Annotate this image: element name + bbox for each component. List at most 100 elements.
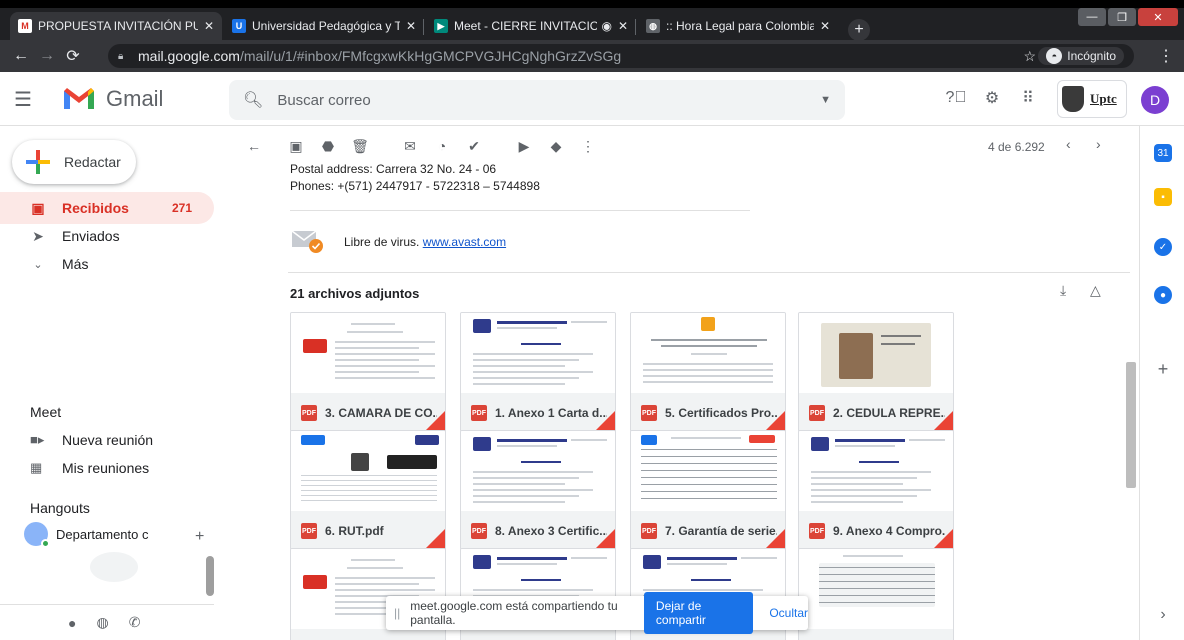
meet-my-meetings[interactable]: ▦ Mis reuniones — [30, 460, 149, 476]
page-fold-icon — [933, 411, 953, 431]
browser-tab[interactable]: ◍ :: Hora Legal para Colombia :: ✕ — [638, 12, 838, 40]
unread-count: 271 — [171, 201, 192, 215]
archive-icon[interactable]: ▣ — [284, 130, 308, 162]
maximize-button[interactable]: ❐ — [1108, 8, 1136, 26]
attachment-card[interactable]: PDF 8. Anexo 3 Certific... — [460, 430, 616, 550]
move-to-icon[interactable]: ▶ — [512, 130, 536, 162]
meet-new-meeting[interactable]: ■▸ Nueva reunión — [30, 432, 153, 448]
page-fold-icon — [595, 411, 615, 431]
close-icon[interactable]: ✕ — [204, 19, 214, 33]
add-contact-icon[interactable]: + — [195, 528, 204, 546]
gmail-logo-icon[interactable] — [62, 85, 96, 111]
attachment-thumbnail — [291, 313, 445, 393]
video-icon: ■▸ — [30, 432, 45, 447]
phone-icon[interactable]: ✆ — [129, 614, 141, 631]
keep-icon[interactable]: ▪ — [1154, 188, 1172, 206]
inbox-icon: ▣ — [31, 199, 45, 216]
attachment-name: 2. CEDULA REPRE... — [833, 406, 945, 420]
save-to-drive-icon[interactable]: △ — [1090, 282, 1101, 299]
mark-unread-icon[interactable]: ✉ — [398, 130, 422, 162]
close-icon[interactable]: ✕ — [618, 19, 628, 33]
reload-icon[interactable]: ⟳ — [60, 46, 86, 66]
chat-bubble-icon[interactable]: ◍ — [96, 614, 108, 631]
nav-item-label: Más — [62, 256, 89, 272]
attachment-card[interactable]: PDF 2. CEDULA REPRE... — [798, 312, 954, 432]
browser-tab[interactable]: ▶ Meet - CIERRE INVITACION ◉ ✕ — [426, 12, 636, 40]
download-all-icon[interactable]: ⤓ — [1060, 282, 1066, 299]
report-spam-icon[interactable]: ⬣ — [316, 130, 340, 162]
gmail-header: ☰ Gmail 🔍︎ Buscar correo ▼ ?⃝ ⚙ ⠿ Uptc D — [0, 72, 1184, 126]
browser-tab[interactable]: M PROPUESTA INVITACIÓN PUBLIC ✕ — [10, 12, 222, 40]
incognito-badge[interactable]: ◓ Incógnito — [1038, 47, 1124, 65]
stop-sharing-button[interactable]: Dejar de compartir — [643, 592, 754, 634]
settings-icon[interactable]: ⚙ — [982, 88, 1002, 108]
contacts-icon[interactable]: ● — [1154, 286, 1172, 304]
online-status-icon — [41, 539, 50, 548]
hangouts-scrollbar[interactable] — [206, 556, 214, 596]
new-tab-button[interactable]: + — [848, 19, 870, 41]
label-icon[interactable]: ◆ — [544, 130, 568, 162]
attachment-name: 5. Certificados Pro... — [665, 406, 777, 420]
back-icon[interactable]: ← — [8, 47, 34, 65]
tasks-icon[interactable]: ✓ — [1154, 238, 1172, 256]
search-icon[interactable]: 🔍︎ — [243, 90, 263, 110]
browser-tab[interactable]: U Universidad Pedagógica y Tecno ✕ — [224, 12, 424, 40]
hangouts-section-title: Hangouts — [30, 500, 90, 516]
help-icon[interactable]: ?⃝ — [946, 88, 967, 108]
delete-icon[interactable]: 🗑︎ — [348, 130, 372, 162]
add-addon-icon[interactable]: + — [1154, 359, 1172, 379]
person-icon[interactable]: ● — [68, 615, 76, 631]
compose-plus-icon — [26, 150, 50, 174]
attachment-card[interactable]: PDF 9. Anexo 4 Compro... — [798, 430, 954, 550]
screen-share-bar: || meet.google.com está compartiendo tu … — [386, 592, 808, 634]
org-logo[interactable]: Uptc — [1057, 80, 1127, 118]
minimize-button[interactable]: — — [1078, 8, 1106, 26]
postal-address: Postal address: Carrera 32 No. 24 - 06 — [290, 162, 497, 176]
attachment-card[interactable]: PDF 1. Anexo 1 Carta d... — [460, 312, 616, 432]
nav-item-more[interactable]: ⌄ Más — [0, 248, 214, 280]
attachment-card[interactable]: PDF 7. Garantía de serie... — [630, 430, 786, 550]
expand-panel-icon[interactable]: › — [1154, 606, 1172, 624]
close-icon[interactable]: ✕ — [406, 19, 416, 33]
page-fold-icon — [595, 529, 615, 549]
hide-button[interactable]: Ocultar — [769, 606, 808, 620]
older-icon[interactable]: › — [1096, 136, 1101, 152]
search-options-icon[interactable]: ▼ — [820, 94, 831, 106]
main-menu-icon[interactable]: ☰ — [14, 87, 32, 112]
close-window-button[interactable]: ✕ — [1138, 8, 1178, 26]
attachment-caption: PDF 5. Certificados Pro... — [631, 393, 785, 431]
hangouts-contact[interactable]: Departamento c — [24, 522, 149, 548]
attachment-card[interactable]: PDF 3. CAMARA DE CO... — [290, 312, 446, 432]
close-icon[interactable]: ✕ — [820, 19, 830, 33]
snooze-icon[interactable]: ◔ — [430, 130, 454, 162]
more-options-icon[interactable]: ⋮ — [576, 130, 600, 162]
calendar-icon[interactable]: 31 — [1154, 144, 1172, 162]
attachment-name: 6. RUT.pdf — [325, 524, 384, 538]
account-avatar[interactable]: D — [1141, 86, 1169, 114]
drag-handle-icon[interactable]: || — [394, 606, 400, 620]
compose-button[interactable]: Redactar — [12, 140, 136, 184]
globe-icon: ◍ — [646, 19, 660, 33]
attachment-card[interactable]: PDF16. Anexo 7 Propu... — [798, 548, 954, 640]
back-to-inbox-icon[interactable]: ← — [242, 130, 266, 162]
recording-icon: ◉ — [601, 19, 612, 33]
browser-menu-icon[interactable]: ⋮ — [1158, 46, 1174, 66]
newer-icon[interactable]: ‹ — [1066, 136, 1071, 152]
tab-separator — [423, 19, 424, 35]
search-input[interactable]: Buscar correo — [277, 92, 820, 109]
search-bar[interactable]: 🔍︎ Buscar correo ▼ — [229, 80, 845, 120]
attachment-name: 7. Garantía de serie... — [665, 524, 777, 538]
message-scrollbar[interactable] — [1126, 362, 1136, 488]
pdf-icon: PDF — [301, 523, 317, 539]
send-icon: ➤ — [32, 227, 44, 244]
add-task-icon[interactable]: ✔ — [462, 130, 486, 162]
address-bar[interactable]: 🔒︎ mail.google.com/mail/u/1/#inbox/FMfcg… — [108, 44, 1134, 68]
attachment-card[interactable]: PDF 5. Certificados Pro... — [630, 312, 786, 432]
apps-grid-icon[interactable]: ⠿ — [1018, 88, 1038, 108]
attachment-card[interactable]: PDF 6. RUT.pdf — [290, 430, 446, 550]
star-icon[interactable]: ☆ — [1023, 48, 1036, 65]
pdf-icon: PDF — [471, 405, 487, 421]
avast-link[interactable]: www.avast.com — [423, 235, 506, 249]
lock-icon: 🔒︎ — [118, 50, 124, 62]
forward-icon[interactable]: → — [34, 47, 60, 65]
